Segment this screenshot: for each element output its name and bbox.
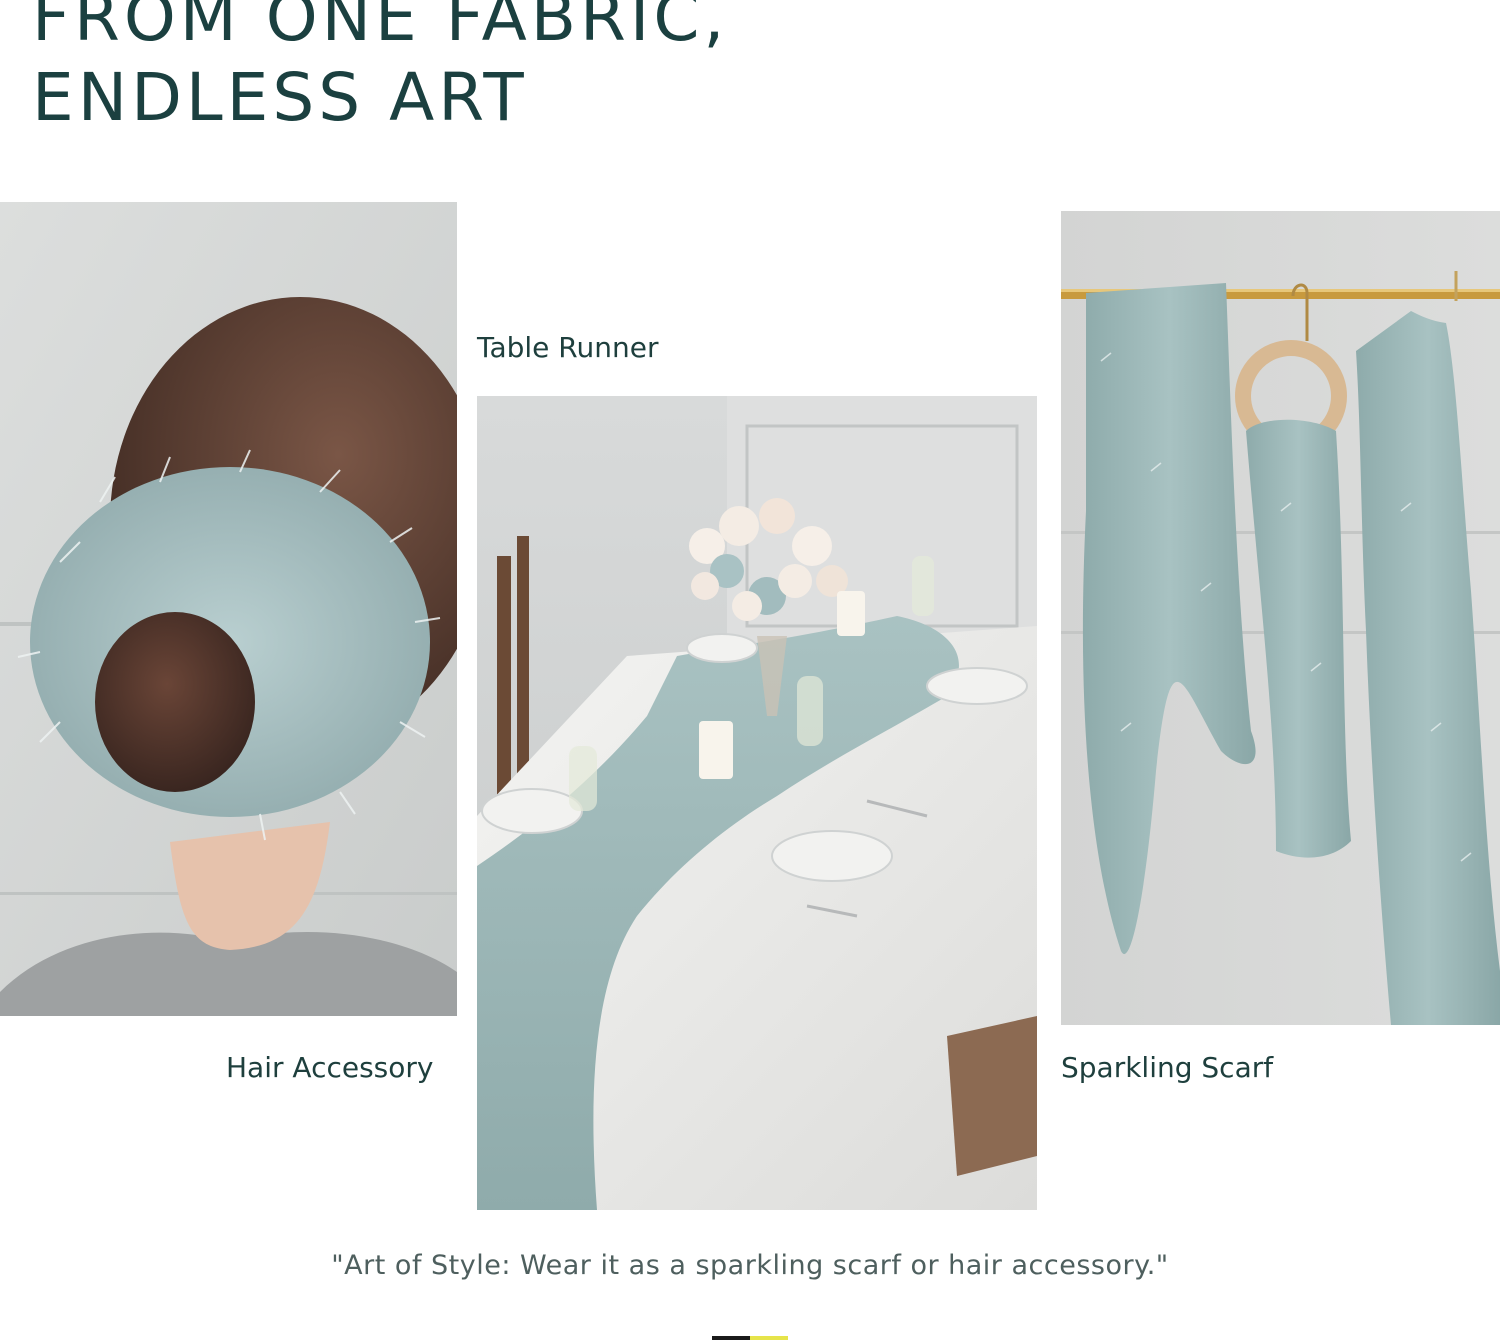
hair-scrunchie-photo-illustration [0,202,457,1016]
table-runner-photo [477,396,1037,1210]
sparkling-scarf-photo [1061,211,1500,1025]
hair-accessory-caption: Hair Accessory [226,1051,434,1084]
hair-accessory-photo [0,202,457,1016]
page-headline: FROM ONE FABRIC, ENDLESS ART [32,0,728,138]
table-runner-photo-illustration [477,396,1037,1210]
headline-line-2: ENDLESS ART [32,59,528,136]
table-runner-caption: Table Runner [477,331,659,364]
style-quote: "Art of Style: Wear it as a sparkling sc… [331,1250,1169,1281]
pager-segment-inactive[interactable] [750,1336,788,1340]
carousel-pager [712,1336,788,1340]
pager-segment-active[interactable] [712,1336,750,1340]
headline-line-1: FROM ONE FABRIC, [32,0,729,56]
sparkling-scarf-caption: Sparkling Scarf [1061,1051,1274,1084]
hanging-scarf-photo-illustration [1061,211,1500,1025]
